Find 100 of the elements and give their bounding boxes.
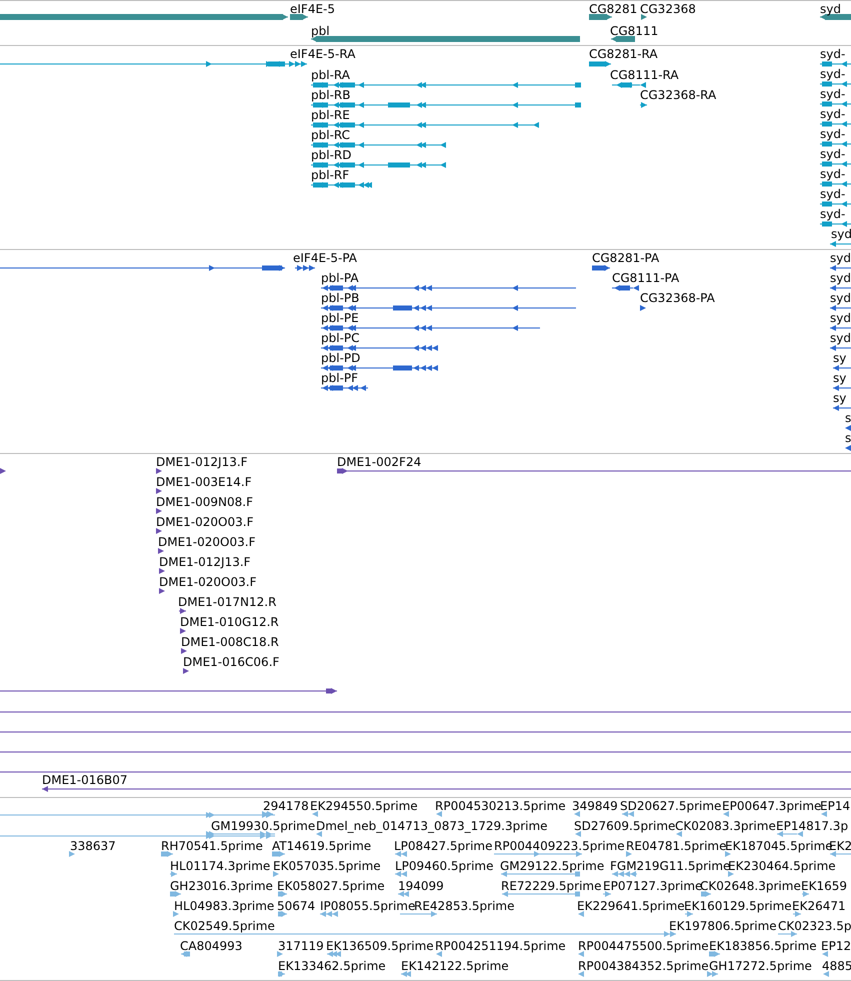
feature-label: LP09460.5prime xyxy=(395,859,494,873)
feature-glyph xyxy=(398,891,409,897)
feature-glyph xyxy=(395,851,407,857)
feature-label: CG32368-RA xyxy=(640,88,716,102)
feature-glyph xyxy=(180,628,186,634)
feature-label: DME1-012J13.F xyxy=(156,455,248,469)
feature-glyph xyxy=(640,305,646,311)
feature-glyph xyxy=(626,851,632,857)
feature-label: RP004251194.5prime xyxy=(435,939,566,953)
feature-label: EP07127.3prime xyxy=(603,879,702,893)
feature-glyph xyxy=(823,971,829,977)
feature-glyph xyxy=(156,488,162,494)
feature-glyph xyxy=(436,811,442,817)
feature-label: RE04781.5prime xyxy=(626,839,726,853)
feature-label: DME1-016C06.F xyxy=(183,655,280,669)
feature-label: HL01174.3prime xyxy=(170,859,270,873)
feature-glyph xyxy=(820,201,851,207)
feature-label: pbl-RC xyxy=(311,128,350,142)
feature-label: CA804993 xyxy=(180,939,242,953)
feature-glyph xyxy=(311,182,372,188)
feature-label: SD20627.5prime xyxy=(620,799,722,813)
feature-glyph xyxy=(592,265,610,271)
feature-label: EK058027.5prime xyxy=(277,879,385,893)
feature-label: RH70541.5prime xyxy=(161,839,263,853)
feature-glyph xyxy=(709,951,720,957)
feature-glyph xyxy=(793,911,801,917)
feature-glyph xyxy=(830,851,851,857)
feature-label: RE72229.5prime xyxy=(501,879,602,893)
feature-glyph xyxy=(778,931,797,937)
feature-glyph xyxy=(802,891,809,897)
feature-label: DME1-002F24 xyxy=(337,455,422,469)
feature-glyph xyxy=(179,608,186,614)
feature-glyph xyxy=(159,568,165,574)
feature-glyph xyxy=(159,588,165,594)
feature-glyph xyxy=(830,241,851,247)
feature-label: pbl-PB xyxy=(321,291,360,305)
feature-glyph xyxy=(845,445,851,451)
feature-glyph xyxy=(278,911,287,917)
feature-label: GM19930.5prime xyxy=(211,819,316,833)
feature-label: AT14619.5prime xyxy=(272,839,372,853)
feature-label: syd- xyxy=(820,127,846,141)
feature-label: syd xyxy=(831,227,851,241)
feature-label: DME1-008C18.R xyxy=(181,635,279,649)
feature-glyph xyxy=(833,405,851,411)
feature-glyph xyxy=(316,831,322,837)
feature-label: pbl-RA xyxy=(311,68,350,82)
feature-label: EK160129.5prime xyxy=(684,899,792,913)
feature-label: syd xyxy=(830,271,851,285)
feature-glyph xyxy=(622,811,634,817)
feature-glyph xyxy=(820,141,851,147)
feature-glyph xyxy=(158,548,164,554)
feature-label: EK230464.5prime xyxy=(728,859,836,873)
feature-glyph xyxy=(272,851,285,857)
feature-label: EK183856.5prime xyxy=(709,939,817,953)
feature-label: EK057035.5prime xyxy=(273,859,381,873)
feature-label: EP12 xyxy=(821,939,851,953)
feature-glyph xyxy=(295,265,315,271)
feature-label: HL04983.3prime xyxy=(174,899,274,913)
feature-label: pbl-RB xyxy=(311,88,350,102)
feature-glyph xyxy=(575,831,581,837)
feature-label: eIF4E-5-RA xyxy=(290,47,356,61)
feature-glyph xyxy=(641,14,647,20)
feature-label: DME1-003E14.F xyxy=(156,475,252,489)
feature-label: CK02648.3prime xyxy=(700,879,801,893)
feature-label: sy xyxy=(833,351,846,365)
feature-glyph xyxy=(312,811,318,817)
feature-glyph xyxy=(676,831,682,837)
feature-label: RP004384352.5prime xyxy=(578,959,709,973)
feature-glyph xyxy=(820,161,851,167)
feature-label: CG32368 xyxy=(640,2,696,16)
feature-glyph xyxy=(161,851,173,857)
feature-label: EP14 xyxy=(820,799,850,813)
feature-label: EK136509.5prime xyxy=(326,939,434,953)
feature-label: syd- xyxy=(820,87,846,101)
feature-label: syd xyxy=(820,2,841,16)
feature-label: IP08055.5prime xyxy=(320,899,416,913)
feature-label: EK1659 xyxy=(801,879,847,893)
feature-label: CG8111-RA xyxy=(610,68,679,82)
feature-label: SD27609.5prime xyxy=(574,819,676,833)
feature-glyph xyxy=(578,971,584,977)
feature-glyph xyxy=(589,61,611,67)
feature-glyph xyxy=(327,951,341,957)
feature-glyph xyxy=(830,265,851,271)
feature-label: EK26471 xyxy=(792,899,846,913)
feature-label: syd xyxy=(830,331,851,345)
feature-glyph xyxy=(820,81,851,87)
feature-label: pbl-RF xyxy=(311,168,350,182)
feature-label: eIF4E-5-PA xyxy=(293,251,358,265)
feature-label: EK197806.5prime xyxy=(669,919,777,933)
feature-label: pbl-PD xyxy=(321,351,360,365)
feature-glyph xyxy=(589,14,612,20)
feature-label: s xyxy=(845,431,851,445)
feature-label: RP004475500.5prime xyxy=(578,939,709,953)
feature-label: s xyxy=(845,411,851,425)
feature-glyph xyxy=(820,121,851,127)
feature-glyph xyxy=(69,851,75,857)
feature-label: pbl-RD xyxy=(311,148,352,162)
feature-label: 317119 xyxy=(278,939,324,953)
feature-label: syd xyxy=(830,291,851,305)
feature-label: CG8281-RA xyxy=(589,47,658,61)
